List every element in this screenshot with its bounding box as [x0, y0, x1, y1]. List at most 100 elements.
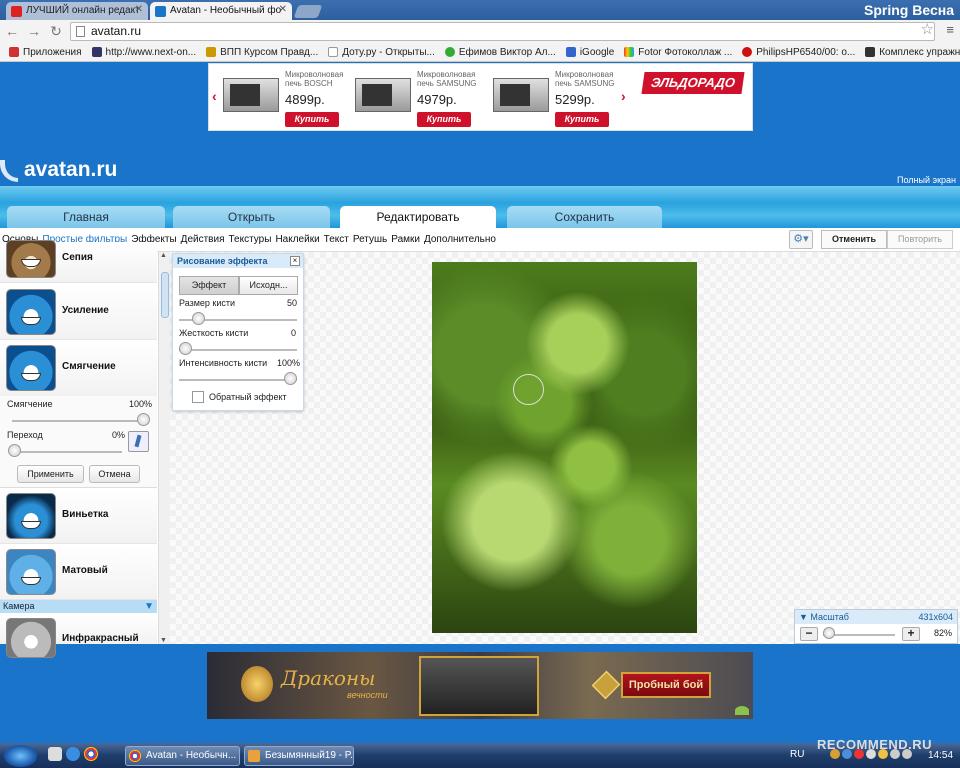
filter-matte[interactable]: Матовый [0, 545, 157, 600]
close-tab-icon[interactable]: ✕ [279, 4, 287, 15]
product-caption: Микроволновая печь BOSCH [285, 70, 344, 88]
bookmark-dotu[interactable]: Доту.ру - Открыты... [323, 47, 440, 58]
menu-frames[interactable]: Рамки [391, 234, 420, 245]
menu-retouch[interactable]: Ретушь [353, 234, 387, 245]
taskbar-task-chrome[interactable]: Avatan - Необычн... [125, 746, 240, 766]
bookmark-label: Приложения [23, 46, 82, 58]
hardness-slider-knob[interactable] [179, 342, 192, 355]
edited-photo[interactable] [432, 262, 697, 633]
filter-soften[interactable]: Смягчение [0, 341, 157, 396]
soften-slider-knob[interactable] [137, 413, 150, 426]
ad-next-arrow-icon[interactable]: › [621, 88, 626, 104]
buy-button[interactable]: Купить [417, 112, 471, 127]
forward-arrow-icon[interactable]: → [26, 23, 42, 39]
bookmark-fotor[interactable]: Fotor Фотоколлаж ... [619, 47, 737, 58]
globe-icon [444, 47, 455, 57]
chrome-icon[interactable] [84, 747, 98, 761]
scroll-down-icon[interactable]: ▼ [160, 637, 167, 644]
settings-gear-button[interactable]: ⚙▾ [789, 230, 813, 249]
new-tab-button[interactable] [293, 5, 323, 18]
taskbar-task-paint[interactable]: Безымянный19 - P... [244, 746, 354, 766]
bookmark-vpp[interactable]: ВПП Курсом Правд... [201, 47, 323, 58]
bookmark-label: ВПП Курсом Правд... [220, 46, 319, 58]
bookmark-star-icon[interactable]: ☆ [921, 20, 934, 38]
bookmark-efimov[interactable]: Ефимов Виктор Ал... [440, 47, 561, 58]
address-bar[interactable]: avatan.ru [70, 22, 935, 41]
zoom-out-button[interactable]: − [800, 627, 818, 641]
brush-size-value: 50 [287, 298, 298, 308]
cancel-button[interactable]: Отмена [89, 465, 140, 483]
zoom-in-button[interactable]: + [902, 627, 920, 641]
brush-tool-button[interactable] [128, 431, 149, 452]
buy-button[interactable]: Купить [555, 112, 609, 127]
filter-vignette[interactable]: Виньетка [0, 489, 157, 544]
tab-home[interactable]: Главная [7, 206, 165, 228]
top-ad-banner[interactable]: ‹ Микроволновая печь BOSCH 4899р. Купить… [208, 63, 753, 131]
bookmark-igoogle[interactable]: iGoogle [561, 47, 619, 58]
menu-more[interactable]: Дополнительно [424, 234, 496, 245]
fullscreen-link[interactable]: Полный экран [897, 175, 956, 185]
transition-slider-knob[interactable] [8, 444, 21, 457]
tab-edit[interactable]: Редактировать [340, 206, 496, 228]
image-dimensions: 431x604 [918, 612, 953, 622]
filter-name: Инфракрасный [62, 633, 139, 644]
brush-size-slider-knob[interactable] [192, 312, 205, 325]
bookmark-apps[interactable]: Приложения [4, 47, 87, 58]
bottom-ad-banner[interactable]: Драконы вечности Пробный бой [207, 652, 753, 719]
ad-product-2[interactable]: Микроволновая печь SAMSUNG 4979р. Купить [351, 70, 486, 128]
bookmark-exercises[interactable]: Комплекс упражне... [860, 47, 960, 58]
microwave-image [223, 78, 279, 112]
close-icon[interactable]: × [290, 256, 300, 266]
invert-effect-checkbox[interactable] [192, 391, 204, 403]
filter-sepia[interactable]: Сепия [0, 240, 157, 283]
language-indicator[interactable]: RU [790, 749, 804, 760]
zoom-slider-knob[interactable] [823, 627, 835, 639]
redo-button[interactable]: Повторить [887, 230, 953, 249]
scrollbar-thumb[interactable] [161, 272, 169, 318]
scroll-up-icon[interactable]: ▲ [160, 252, 167, 259]
trial-battle-button[interactable]: Пробный бой [621, 672, 711, 698]
transition-slider-track[interactable] [12, 451, 122, 453]
apply-button[interactable]: Применить [17, 465, 84, 483]
filter-name: Смягчение [62, 361, 116, 372]
zoom-header[interactable]: ▼ Масштаб 431x604 [795, 610, 957, 624]
bookmark-philips[interactable]: PhilipsHP6540/00: о... [737, 47, 860, 58]
ad-prev-arrow-icon[interactable]: ‹ [212, 88, 217, 104]
intensity-slider-track[interactable] [179, 379, 297, 381]
back-arrow-icon[interactable]: ← [4, 23, 20, 39]
site-logo[interactable]: avatan.ru [24, 158, 117, 182]
filters-scrollbar[interactable]: ▲ ▼ [158, 252, 170, 644]
menu-actions[interactable]: Действия [181, 234, 225, 245]
section-camera-header[interactable]: Камера ▼ [0, 600, 157, 613]
start-orb-icon[interactable] [4, 745, 37, 767]
menu-icon[interactable]: ≡ [946, 22, 954, 37]
close-tab-icon[interactable]: ✕ [135, 4, 143, 15]
menu-text[interactable]: Текст [324, 234, 349, 245]
filter-name: Сепия [62, 252, 93, 263]
menu-stickers[interactable]: Наклейки [275, 234, 319, 245]
tab-open[interactable]: Открыть [173, 206, 330, 228]
filter-name: Усиление [62, 305, 109, 316]
product-caption: Микроволновая печь SAMSUNG [417, 70, 477, 88]
ad-product-3[interactable]: Микроволновая печь SAMSUNG 5299р. Купить [489, 70, 624, 128]
show-desktop-icon[interactable] [48, 747, 62, 761]
hardness-slider-track[interactable] [179, 349, 297, 351]
filter-infrared[interactable]: Инфракрасный [0, 614, 157, 658]
eldorado-logo[interactable]: ЭЛЬДОРАДО [641, 72, 745, 94]
soften-slider-track[interactable] [12, 420, 146, 422]
menu-textures[interactable]: Текстуры [229, 234, 272, 245]
bookmark-label: Ефимов Виктор Ал... [458, 46, 556, 58]
ad-product-1[interactable]: Микроволновая печь BOSCH 4899р. Купить [219, 70, 354, 128]
effect-mode-button[interactable]: Эффект [179, 276, 239, 295]
buy-button[interactable]: Купить [285, 112, 339, 127]
browser-tab-1[interactable]: ЛУЧШИЙ онлайн редакт ✕ [6, 2, 148, 20]
undo-button[interactable]: Отменить [821, 230, 887, 249]
original-mode-button[interactable]: Исходн... [239, 276, 298, 295]
ie-icon[interactable] [66, 747, 80, 761]
intensity-slider-knob[interactable] [284, 372, 297, 385]
reload-icon[interactable]: ↻ [48, 23, 64, 40]
tab-save[interactable]: Сохранить [507, 206, 662, 228]
browser-tab-2[interactable]: Avatan - Необычный фо ✕ [150, 2, 292, 20]
bookmark-next[interactable]: http://www.next-on... [87, 47, 202, 58]
filter-enhance[interactable]: Усиление [0, 285, 157, 340]
